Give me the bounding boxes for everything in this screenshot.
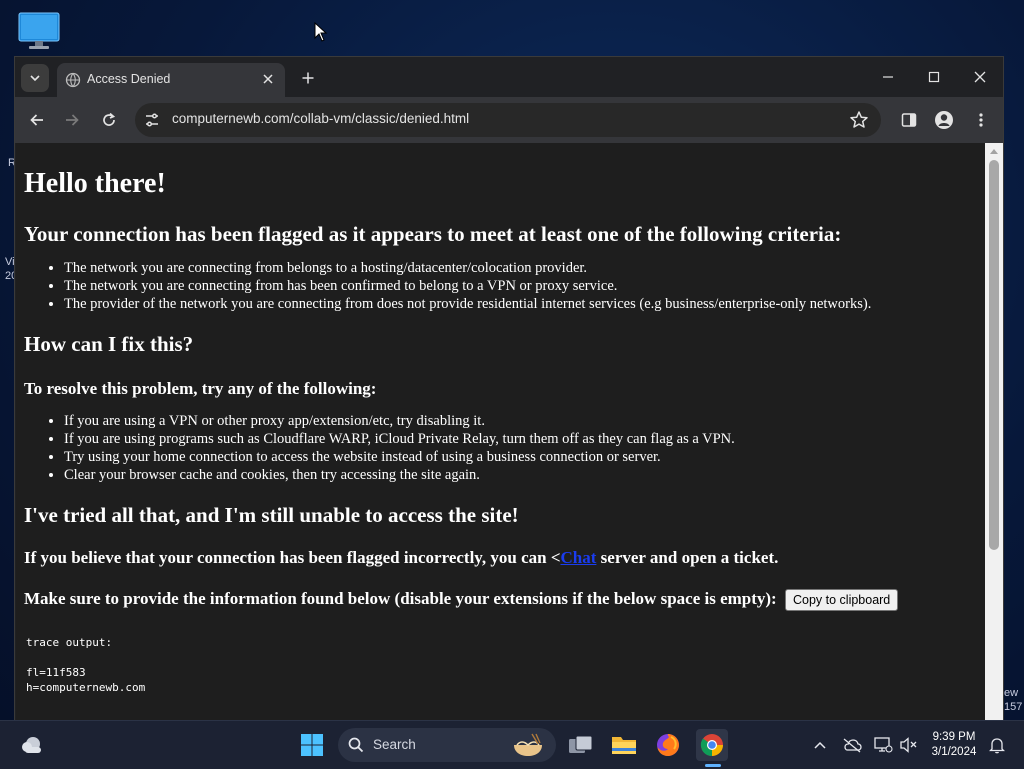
- desktop-label-fragment: 157: [1004, 701, 1023, 713]
- tried-heading: I've tried all that, and I'm still unabl…: [24, 503, 519, 527]
- back-button[interactable]: [25, 108, 49, 132]
- list-item: If you are using programs such as Cloudf…: [64, 430, 977, 448]
- fixes-list: If you are using a VPN or other proxy ap…: [24, 412, 977, 484]
- chat-link[interactable]: Chat: [561, 548, 597, 567]
- provide-info-text: Make sure to provide the information fou…: [24, 589, 777, 608]
- speaker-muted-icon: [900, 737, 917, 753]
- folder-icon: [612, 737, 636, 754]
- cloud-offline-icon: [843, 738, 862, 753]
- address-url: computernewb.com/collab-vm/classic/denie…: [172, 111, 470, 126]
- taskbar: Search 9:39 PM 3/1/2024: [0, 720, 1024, 769]
- list-item: Try using your home connection to access…: [64, 448, 977, 466]
- task-view-icon: [569, 735, 593, 753]
- clock-time: 9:39 PM: [932, 731, 976, 743]
- provide-info-paragraph: Make sure to provide the information fou…: [24, 588, 977, 612]
- browser-toolbar: computernewb.com/collab-vm/classic/denie…: [15, 97, 1003, 143]
- file-explorer-button[interactable]: [608, 729, 640, 761]
- fix-heading: How can I fix this?: [24, 332, 194, 356]
- tab-access-denied[interactable]: Access Denied: [57, 63, 285, 97]
- clock-date: 3/1/2024: [931, 746, 977, 758]
- caret-up-icon: [990, 149, 998, 154]
- tab-search-button[interactable]: [21, 64, 49, 92]
- network-icon: [874, 737, 893, 753]
- chevron-down-icon: [30, 75, 40, 82]
- network-button[interactable]: [872, 734, 894, 756]
- chevron-up-icon: [814, 741, 826, 749]
- taskbar-search-box[interactable]: Search: [338, 728, 556, 762]
- scroll-up-button[interactable]: [985, 143, 1003, 159]
- browser-menu-button[interactable]: [969, 108, 993, 132]
- plus-icon: [302, 72, 314, 84]
- site-settings-icon: [146, 113, 158, 127]
- criteria-list: The network you are connecting from belo…: [24, 259, 977, 313]
- copy-to-clipboard-button[interactable]: Copy to clipboard: [784, 589, 899, 612]
- reload-button[interactable]: [97, 108, 121, 132]
- arrow-left-icon: [30, 114, 43, 126]
- vertical-scrollbar[interactable]: [985, 143, 1003, 720]
- side-panel-button[interactable]: [897, 108, 921, 132]
- scrollbar-thumb[interactable]: [989, 160, 999, 550]
- mouse-cursor-icon: [314, 21, 328, 46]
- side-panel-icon: [901, 113, 917, 127]
- page-title: Hello there!: [24, 168, 166, 199]
- maximize-icon: [928, 71, 940, 83]
- criteria-heading: Your connection has been flagged as it a…: [24, 222, 842, 246]
- minimize-icon: [883, 76, 893, 78]
- list-item: Clear your browser cache and cookies, th…: [64, 466, 977, 484]
- onedrive-button[interactable]: [841, 734, 863, 756]
- ticket-paragraph: If you believe that your connection has …: [24, 547, 977, 569]
- active-app-indicator: [705, 764, 721, 767]
- desktop-label-fragment: Vi: [5, 256, 15, 268]
- clock[interactable]: 9:39 PM 3/1/2024: [920, 730, 988, 760]
- desktop-label-fragment: ew: [1004, 687, 1019, 699]
- profile-avatar-icon: [935, 111, 953, 129]
- list-item: If you are using a VPN or other proxy ap…: [64, 412, 977, 430]
- start-button[interactable]: [296, 729, 328, 761]
- new-tab-button[interactable]: [297, 67, 319, 89]
- list-item: The network you are connecting from belo…: [64, 259, 977, 277]
- firefox-icon: [657, 734, 679, 756]
- list-item: The network you are connecting from has …: [64, 277, 977, 295]
- chrome-icon: [700, 734, 723, 757]
- search-icon: [348, 737, 364, 753]
- browser-window: Access Denied computernewb.com/collab-vm…: [15, 57, 1003, 720]
- resolve-heading: To resolve this problem, try any of the …: [24, 379, 377, 398]
- windows-logo-icon: [301, 734, 323, 756]
- bell-icon: [989, 738, 1005, 754]
- minimize-button[interactable]: [876, 65, 900, 89]
- list-item: The provider of the network you are conn…: [64, 295, 977, 313]
- forward-button[interactable]: [60, 108, 84, 132]
- close-icon: [263, 74, 273, 84]
- firefox-button[interactable]: [652, 729, 684, 761]
- cloud-icon: [22, 737, 41, 753]
- maximize-button[interactable]: [922, 65, 946, 89]
- this-pc-desktop-icon[interactable]: [18, 12, 60, 50]
- close-icon: [974, 71, 986, 83]
- profile-button[interactable]: [932, 108, 956, 132]
- notifications-button[interactable]: [986, 734, 1008, 756]
- arrow-right-icon: [66, 114, 79, 126]
- title-bar: Access Denied: [15, 57, 1003, 97]
- weather-widget-button[interactable]: [16, 729, 48, 761]
- search-placeholder: Search: [373, 737, 416, 752]
- noodle-bowl-icon: [514, 733, 542, 756]
- tab-close-button[interactable]: [259, 70, 277, 88]
- volume-button[interactable]: [898, 734, 920, 756]
- bookmark-star-icon[interactable]: [849, 110, 869, 130]
- globe-favicon-icon: [65, 72, 81, 88]
- task-view-button[interactable]: [565, 729, 597, 761]
- ticket-text-after: server and open a ticket.: [596, 548, 779, 567]
- trace-output: trace output: fl=11f583 h=computernewb.c…: [26, 636, 146, 695]
- tab-title: Access Denied: [87, 72, 171, 86]
- close-window-button[interactable]: [968, 65, 992, 89]
- more-vertical-icon: [979, 113, 983, 127]
- page-content: Hello there! Your connection has been fl…: [16, 143, 985, 720]
- chrome-button[interactable]: [696, 729, 728, 761]
- ticket-text-before: If you believe that your connection has …: [24, 548, 561, 567]
- address-bar[interactable]: computernewb.com/collab-vm/classic/denie…: [135, 103, 881, 137]
- show-hidden-icons-button[interactable]: [809, 734, 831, 756]
- reload-icon: [103, 112, 116, 126]
